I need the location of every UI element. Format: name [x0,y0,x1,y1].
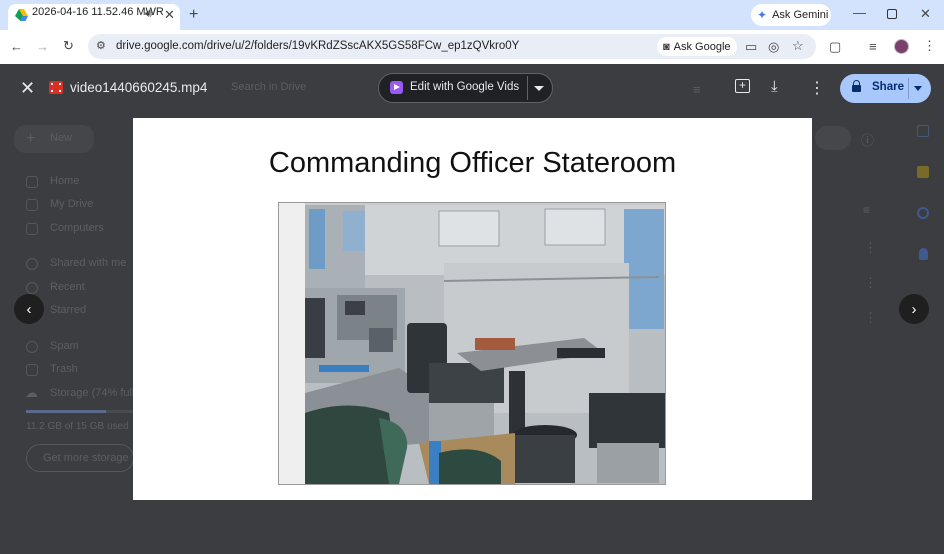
sort-icon: ≡ [863,203,871,217]
lens-icon: ◙ [663,40,670,53]
slide-title: Commanding Officer Stateroom [268,147,677,179]
restore-window-icon[interactable] [887,9,897,19]
google-drive-favicon-icon [15,9,28,21]
nav-storage: Storage (74% full) [50,387,139,399]
keep-icon [917,166,929,178]
tab-close-icon[interactable]: ✕ [164,8,175,21]
recent-icon [26,282,38,294]
new-button-label: New [50,132,73,144]
close-viewer-icon[interactable]: ✕ [20,78,35,99]
download-icon[interactable]: ⤓ [771,78,778,95]
storage-used-text: 11.2 GB of 15 GB used [26,421,129,432]
storage-bar [26,410,134,413]
chrome-menu-icon[interactable]: ⋮ [923,39,936,52]
reading-mode-icon[interactable]: ▢ [829,40,841,53]
url-text[interactable]: drive.google.com/drive/u/2/folders/19vKR… [116,40,519,52]
details-info-icon: ⓘ [861,133,875,148]
stateroom-photo-drawing [279,203,665,484]
nav-recent: Recent [50,281,85,293]
share-label: Share [872,81,904,93]
search-placeholder: Search in Drive [231,81,307,93]
computers-icon [26,223,38,235]
ask-google-chip[interactable]: ◙ Ask Google [657,37,737,56]
spam-icon [26,341,38,353]
add-comment-icon[interactable]: + [735,79,750,93]
tasks-icon [917,207,929,219]
forward-arrow-icon[interactable]: → [36,40,49,53]
file-name: video1440660245.mp4 [70,80,208,95]
more-actions-icon[interactable]: ⋮ [809,78,825,98]
cloud-icon: ☁ [25,385,38,400]
row-more-icon: ⋮ [864,275,877,290]
home-icon [26,176,38,188]
contacts-icon [919,248,928,260]
next-file-button[interactable]: › [899,294,929,324]
lock-icon [852,80,861,92]
back-arrow-icon[interactable]: ← [10,40,23,53]
edit-with-vids-label: Edit with Google Vids [410,81,520,93]
plus-icon: + [26,130,36,147]
profile-avatar[interactable] [894,39,909,54]
nav-trash: Trash [50,363,78,375]
filter-icon: ≡ [693,82,701,97]
nav-computers: Computers [50,222,104,234]
google-vids-icon [390,81,403,94]
nav-starred: Starred [50,304,87,316]
calendar-icon [917,125,929,137]
get-more-storage-label: Get more storage [43,452,129,464]
tab-audio-icon[interactable]: 🔊︎ [145,9,152,20]
site-info-icon[interactable]: ⚙ [96,41,106,52]
bookmark-star-icon[interactable]: ☆ [792,39,804,52]
nav-home: Home [50,175,80,187]
reload-icon[interactable]: ↻ [63,39,74,52]
previous-file-button[interactable]: ‹ [14,294,44,324]
nav-shared: Shared with me [50,257,127,269]
new-tab-button[interactable]: + [189,7,198,23]
tracking-protection-icon[interactable]: ◎ [768,40,779,53]
ask-google-label: Ask Google [673,40,731,53]
grid-view-toggle [815,126,851,150]
nav-spam: Spam [50,340,79,352]
share-divider [908,78,909,99]
chevron-left-icon: ‹ [26,300,32,318]
my-drive-icon [26,199,38,211]
trash-icon [26,364,38,376]
row-more-icon: ⋮ [864,310,877,325]
close-window-icon[interactable]: ✕ [920,7,931,20]
shared-icon [26,258,38,270]
install-app-icon[interactable]: ▭ [745,40,757,53]
row-more-icon: ⋮ [864,240,877,255]
chevron-right-icon: › [911,300,917,318]
share-dropdown-arrow-icon[interactable] [914,86,922,91]
gemini-sparkle-icon: ✦ [757,8,768,22]
vids-dropdown-arrow-icon[interactable] [534,86,544,91]
button-divider [527,76,528,100]
media-controls-icon[interactable]: ≡ [869,40,877,53]
stateroom-photo [278,202,666,485]
ask-gemini-label: Ask Gemini [772,9,829,21]
video-file-icon [49,81,63,94]
nav-my-drive: My Drive [50,198,94,210]
minimize-window-icon[interactable]: — [853,6,866,19]
ask-gemini-button[interactable]: ✦ Ask Gemini [751,4,831,26]
